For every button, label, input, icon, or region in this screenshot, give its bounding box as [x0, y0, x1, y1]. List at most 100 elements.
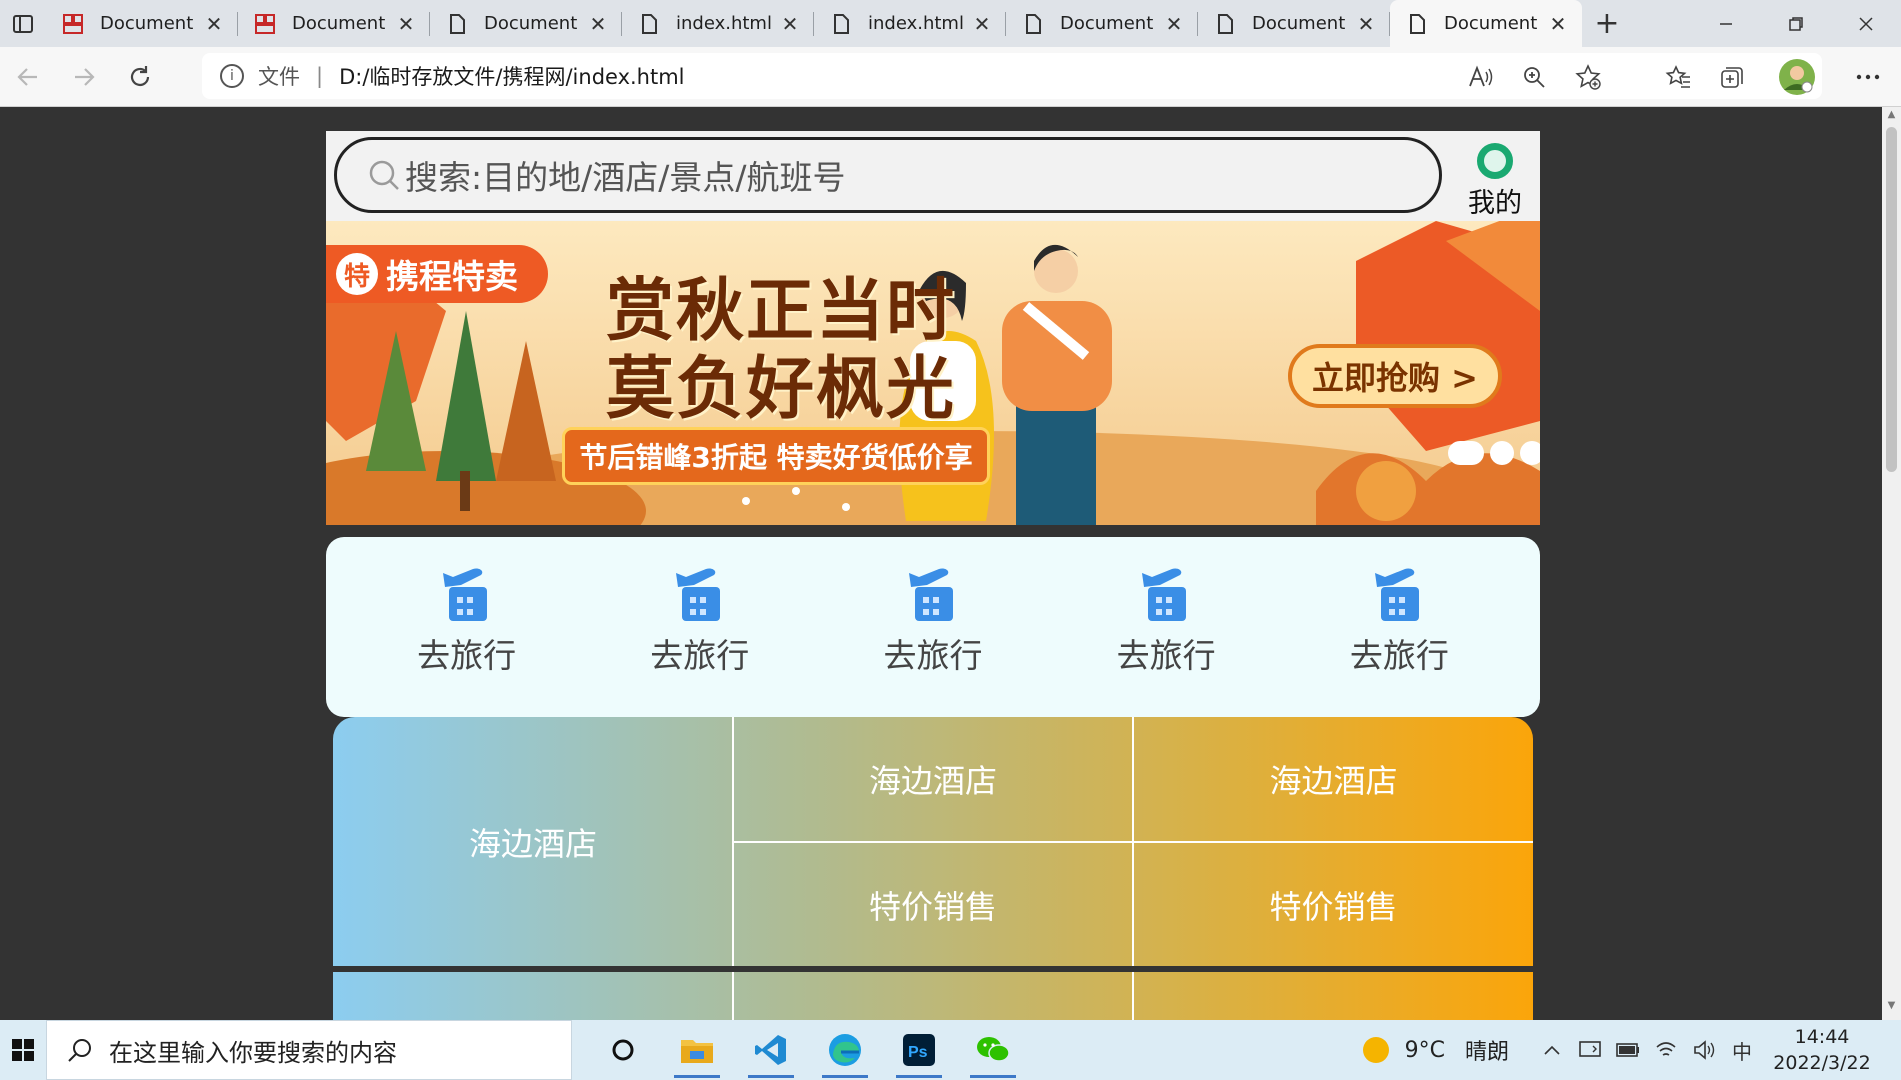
tab-label: index.html: [676, 13, 772, 34]
more-dots-icon: [1856, 74, 1880, 80]
page-icon: [642, 13, 657, 34]
scroll-thumb[interactable]: [1886, 127, 1897, 472]
search-input[interactable]: 搜索:目的地/酒店/景点/航班号: [334, 137, 1442, 213]
carousel-dot[interactable]: [1490, 441, 1514, 465]
read-aloud-button[interactable]: [1453, 50, 1507, 104]
speaker-icon: [1694, 1040, 1715, 1060]
browser-tab-7[interactable]: Document ✕: [1198, 0, 1390, 47]
close-tab-icon[interactable]: ✕: [780, 12, 800, 36]
quick-nav-card: 去旅行 去旅行 去旅行 去旅行 去旅行: [326, 537, 1540, 717]
address-scheme: 文件: [258, 65, 300, 89]
page-scrollbar[interactable]: ▲ ▼: [1882, 107, 1901, 1020]
grid-cell-bottom-2[interactable]: 特价销售: [1134, 843, 1533, 966]
battery-button[interactable]: [1609, 1020, 1647, 1080]
task-view-button[interactable]: [586, 1020, 660, 1080]
grid-main-cell[interactable]: 海边酒店: [333, 717, 733, 966]
add-favorite-button[interactable]: [1561, 50, 1615, 104]
scroll-up-arrow-icon[interactable]: ▲: [1882, 109, 1901, 127]
browser-tab-2[interactable]: Document ✕: [238, 0, 430, 47]
taskbar-search-input[interactable]: 在这里输入你要搜索的内容: [46, 1020, 572, 1080]
scroll-down-arrow-icon[interactable]: ▼: [1882, 1000, 1901, 1018]
plane-building-icon: [908, 568, 953, 621]
restore-icon: [1789, 16, 1803, 31]
taskbar-vscode[interactable]: [734, 1020, 808, 1080]
volume-button[interactable]: [1685, 1020, 1723, 1080]
carousel-dot[interactable]: [1448, 441, 1484, 465]
browser-tab-1[interactable]: Document ✕: [46, 0, 238, 47]
quick-nav-item[interactable]: 去旅行: [1086, 537, 1246, 717]
browser-toolbar: i 文件 | D:/临时存放文件/携程网/index.html: [0, 47, 1901, 107]
grid-cell-top-2[interactable]: 海边酒店: [1134, 717, 1533, 841]
tray-app-button[interactable]: [1571, 1020, 1609, 1080]
taskbar-clock[interactable]: 14:44 2022/3/22: [1767, 1024, 1877, 1076]
promo-banner[interactable]: 特 携程特卖 赏秋正当时 莫负好枫光 节后错峰3折起 特卖好货低价享 立即抢购 …: [326, 221, 1540, 525]
site-info-icon[interactable]: i: [220, 64, 244, 88]
show-desktop-button[interactable]: [1877, 1020, 1901, 1080]
restore-button[interactable]: [1761, 0, 1831, 47]
toolbar-right-icons: [1453, 47, 1901, 107]
quick-nav-label: 去旅行: [1116, 636, 1216, 675]
show-hidden-icons-button[interactable]: [1533, 1020, 1571, 1080]
taskbar-search-placeholder: 在这里输入你要搜索的内容: [109, 1038, 397, 1067]
weather-desc: 晴朗: [1464, 1040, 1509, 1065]
hotel-grid-card: 海边酒店 海边酒店 海边酒店 特价销售 特价销售: [333, 717, 1533, 966]
close-tab-icon[interactable]: ✕: [396, 12, 416, 36]
zoom-button[interactable]: [1507, 50, 1561, 104]
taskbar-wechat[interactable]: [956, 1020, 1030, 1080]
edge-icon: [829, 1034, 861, 1066]
tab-actions-icon: [13, 14, 33, 33]
browser-tab-8-active[interactable]: Document ✕: [1390, 0, 1582, 47]
close-tab-icon[interactable]: ✕: [588, 12, 608, 36]
screen-share-icon: [1579, 1041, 1601, 1057]
grid-cell-top-1[interactable]: 海边酒店: [734, 717, 1132, 841]
taskbar-file-explorer[interactable]: [660, 1020, 734, 1080]
window-controls: [1691, 0, 1901, 47]
start-button[interactable]: [0, 1020, 46, 1080]
collections-button[interactable]: [1705, 50, 1759, 104]
browser-tab-5[interactable]: index.html ✕: [814, 0, 1006, 47]
tab-actions-button[interactable]: [0, 0, 46, 47]
forward-button[interactable]: [56, 49, 112, 105]
address-url[interactable]: D:/临时存放文件/携程网/index.html: [339, 61, 684, 91]
banner-subline: 节后错峰3折起 特卖好货低价享: [562, 427, 990, 485]
ime-indicator[interactable]: 中: [1723, 1020, 1761, 1080]
quick-nav-item[interactable]: 去旅行: [620, 537, 780, 717]
close-tab-icon[interactable]: ✕: [1548, 12, 1568, 36]
plane-building-icon: [675, 568, 720, 621]
zoom-in-icon: [1524, 67, 1545, 88]
minimize-button[interactable]: [1691, 0, 1761, 47]
grid-cell-bottom-1[interactable]: 特价销售: [734, 843, 1132, 966]
carousel-dots: [1448, 441, 1540, 465]
browser-tab-6[interactable]: Document ✕: [1006, 0, 1198, 47]
my-account-button[interactable]: 我的: [1450, 139, 1540, 221]
back-button[interactable]: [0, 49, 56, 105]
quick-nav-item[interactable]: 去旅行: [1319, 537, 1479, 717]
address-separator: |: [316, 64, 324, 88]
network-button[interactable]: [1647, 1020, 1685, 1080]
taskbar-photoshop[interactable]: Ps: [882, 1020, 956, 1080]
carousel-dot[interactable]: [1520, 441, 1540, 465]
buy-now-button[interactable]: 立即抢购 >: [1288, 344, 1502, 408]
favorites-list-icon: [1665, 65, 1690, 88]
weather-widget[interactable]: 9°C 晴朗: [1362, 1034, 1509, 1066]
profile-button[interactable]: [1759, 50, 1835, 104]
taskbar-edge[interactable]: [808, 1020, 882, 1080]
close-tab-icon[interactable]: ✕: [1164, 12, 1184, 36]
plane-building-icon: [442, 568, 487, 621]
close-tab-icon[interactable]: ✕: [1356, 12, 1376, 36]
close-window-button[interactable]: [1831, 0, 1901, 47]
page-icon: [1218, 13, 1233, 34]
close-tab-icon[interactable]: ✕: [204, 12, 224, 36]
quick-nav-item[interactable]: 去旅行: [853, 537, 1013, 717]
favorites-button[interactable]: [1651, 50, 1705, 104]
close-tab-icon[interactable]: ✕: [972, 12, 992, 36]
battery-icon: [1616, 1043, 1639, 1057]
quick-nav-item[interactable]: 去旅行: [387, 537, 547, 717]
chevron-up-icon: [1544, 1045, 1560, 1055]
settings-menu-button[interactable]: [1835, 50, 1901, 104]
browser-tab-3[interactable]: Document ✕: [430, 0, 622, 47]
new-tab-button[interactable]: +: [1582, 0, 1632, 47]
user-ring-icon: [1477, 143, 1513, 179]
browser-tab-4[interactable]: index.html ✕: [622, 0, 814, 47]
refresh-button[interactable]: [112, 49, 168, 105]
